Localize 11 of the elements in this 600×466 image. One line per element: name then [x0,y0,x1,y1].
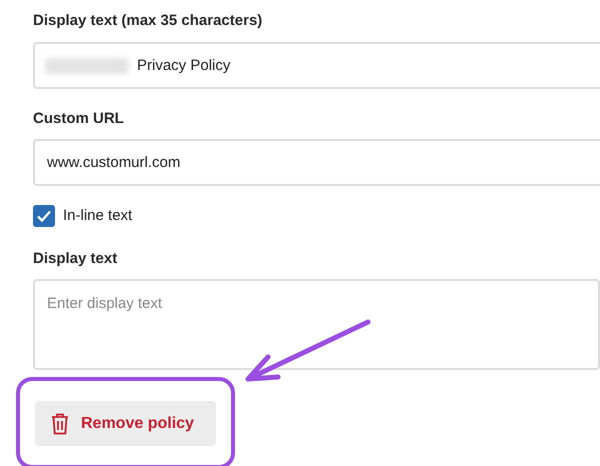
checkbox[interactable] [33,205,55,228]
textarea-field[interactable]: Enter display text [33,279,600,370]
field-label: Custom URL [33,108,124,128]
check-icon [36,208,52,224]
input-field[interactable]: Privacy Policy [33,42,600,88]
field-label: Display text (max 35 characters) [33,11,262,31]
trash-icon [51,412,69,434]
checkbox-label: In-line text [63,206,132,226]
field-label: Display text [33,248,118,268]
input-field[interactable]: www.customurl.com [33,139,600,186]
remove-button[interactable]: Remove policy [35,401,216,446]
